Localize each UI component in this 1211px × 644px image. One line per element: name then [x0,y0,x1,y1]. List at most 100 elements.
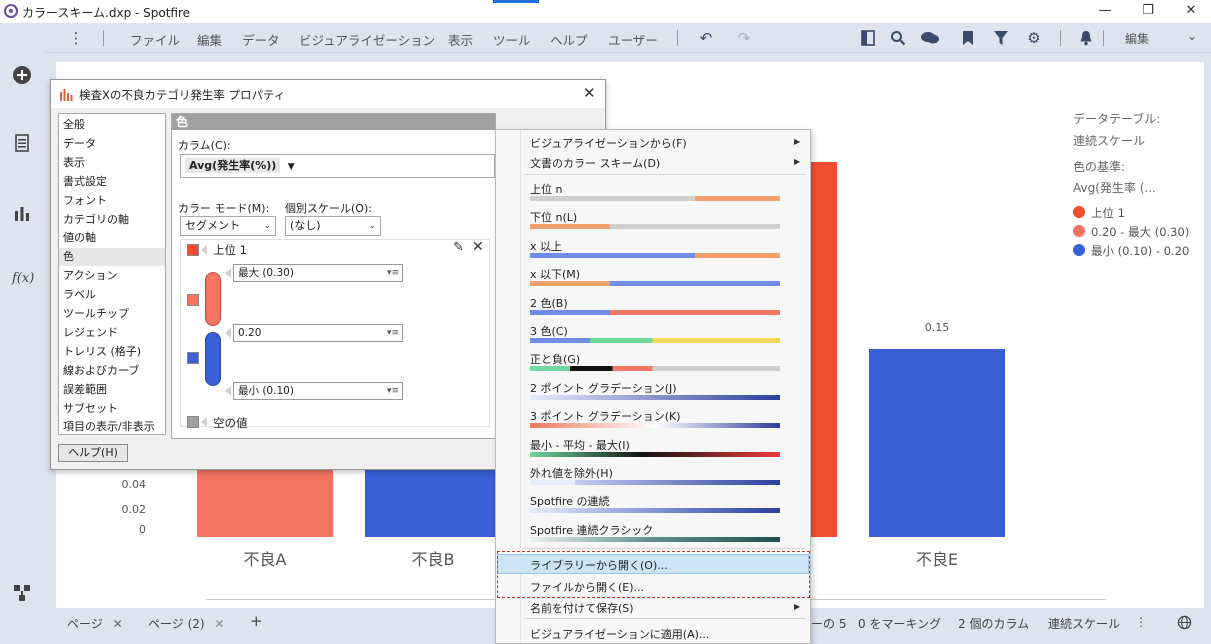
add-page-icon[interactable]: + [250,612,263,630]
menu-item-save-as[interactable]: 名前を付けて保存(S) [530,600,634,616]
individual-scale-select[interactable]: (なし) ⌄ [285,216,381,236]
bell-icon[interactable] [1075,27,1097,49]
menu-item-scheme[interactable]: 外れ値を除外(H) [530,465,613,481]
menu-separator [1060,30,1061,46]
section-title: 色 [172,114,495,130]
nav-item[interactable]: トレリス (格子) [63,343,163,361]
color-range-lower[interactable] [205,332,221,386]
hierarchy-icon[interactable] [12,583,32,603]
edit-icon[interactable]: ✎ [453,240,464,255]
bookmark-icon[interactable] [957,27,979,49]
menu-help[interactable]: ヘルプ [550,30,588,49]
menu-item-scheme[interactable]: x 以上 [530,238,562,254]
menu-item-scheme[interactable]: 3 色(C) [530,323,568,339]
nav-item[interactable]: サブセット [63,400,163,418]
legend-table-label: データテーブル: [1073,112,1161,126]
mid-value-input[interactable]: 0.20 ▾≡ [233,324,403,342]
close-icon[interactable]: ✕ [113,617,123,631]
menu-edit[interactable]: 編集 [197,30,222,49]
legend-dot-top [1073,206,1085,218]
column-selector[interactable]: Avg(発生率(%)) ▼ [180,154,495,178]
nav-item[interactable]: データ [63,135,163,153]
spotfire-logo-icon [4,4,18,18]
min-value-input[interactable]: 最小 (0.10) ▾≡ [233,382,403,400]
highlight-annotation [497,551,810,598]
nav-item[interactable]: アクション [63,267,163,285]
gear-icon[interactable]: ⚙ [1023,27,1045,49]
legend-item[interactable]: 0.20 - 最大 (0.30) [1091,224,1189,240]
close-icon[interactable]: ✕ [214,617,224,631]
menu-data[interactable]: データ [242,30,280,49]
nav-item[interactable]: 誤差範囲 [63,381,163,399]
more-vertical-icon[interactable]: ⋮ [1135,615,1147,629]
page-tab[interactable]: ページ (2) ✕ [148,615,224,632]
close-button[interactable]: ✕ [1171,1,1211,21]
menu-item-scheme[interactable]: Spotfire 連続クラシック [530,522,653,538]
nav-item[interactable]: ツールチップ [63,305,163,323]
nav-item[interactable]: 表示 [63,154,163,172]
color-swatch-empty[interactable] [187,416,199,428]
menu-item-scheme[interactable]: 3 ポイント グラデーション(K) [530,408,681,424]
legend-item[interactable]: 最小 (0.10) - 0.20 [1091,243,1189,259]
status-marked: 0 をマーキング [858,617,942,631]
panel-toggle-icon[interactable] [857,27,879,49]
color-swatch-upper[interactable] [187,294,199,306]
color-range-upper[interactable] [205,272,221,326]
status-table[interactable]: 連続スケール [1048,615,1120,632]
color-swatch-top[interactable] [187,244,199,256]
menu-tools[interactable]: ツール [493,30,531,49]
mid-value-text: 0.20 [238,327,262,339]
menu-item-scheme[interactable]: 下位 n(L) [530,209,577,225]
menu-item-scheme[interactable]: 2 ポイント グラデーション(J) [530,380,677,396]
menu-item-scheme[interactable]: Spotfire の連続 [530,493,609,509]
color-mode-select[interactable]: セグメント ⌄ [180,216,276,236]
nav-item[interactable]: 色 [59,248,165,267]
menu-item-scheme[interactable]: 上位 n [530,181,562,197]
menu-visualization[interactable]: ビジュアライゼーション [299,30,435,49]
undo-icon[interactable]: ↶ [695,27,717,49]
comments-icon[interactable] [919,27,941,49]
nav-item[interactable]: カテゴリの軸 [63,211,163,229]
menu-view[interactable]: 表示 [448,30,473,49]
menu-user[interactable]: ユーザー [608,30,658,49]
add-icon[interactable] [12,65,32,85]
menu-separator [524,618,806,619]
nav-item[interactable]: ラベル [63,286,163,304]
globe-icon[interactable] [1177,615,1192,634]
bar-不良E[interactable] [869,349,1005,537]
menu-item-scheme[interactable]: 2 色(B) [530,295,568,311]
filter-icon[interactable] [990,27,1012,49]
mode-select[interactable]: 編集 ⌄ [1125,29,1197,47]
scheme-gradient-preview [530,480,780,485]
restore-button[interactable]: ❐ [1128,1,1168,21]
redo-icon[interactable]: ↷ [733,27,755,49]
menu-item-apply-to-visualization[interactable]: ビジュアライゼーションに適用(A)... [530,626,709,642]
menu-file[interactable]: ファイル [130,30,180,49]
delete-rule-icon[interactable]: ✕ [472,239,484,255]
data-panel-icon[interactable] [12,133,32,153]
close-icon[interactable]: ✕ [583,84,596,102]
max-value-input[interactable]: 最大 (0.30) ▾≡ [233,264,403,282]
nav-item[interactable]: 値の軸 [63,229,163,247]
page-tab[interactable]: ページ ✕ [67,615,123,632]
more-vertical-icon[interactable]: ⋮ [65,27,87,49]
page-tab-label: ページ (2) [148,617,205,631]
nav-item[interactable]: フォント [63,192,163,210]
color-swatch-lower[interactable] [187,352,199,364]
legend-item[interactable]: 上位 1 [1091,205,1125,221]
menu-item-scheme[interactable]: 正と負(G) [530,351,580,367]
visualization-icon[interactable] [12,203,32,223]
nav-item[interactable]: レジェンド [63,324,163,342]
nav-item[interactable]: 項目の表示/非表示 [63,418,163,434]
search-icon[interactable] [887,27,909,49]
menu-item-scheme[interactable]: 最小 - 平均 - 最大(I) [530,437,630,453]
nav-item[interactable]: 線およびカーブ [63,362,163,380]
nav-item[interactable]: 書式設定 [63,173,163,191]
nav-item[interactable]: 全般 [63,116,163,134]
menu-item-document-scheme[interactable]: 文書のカラー スキーム(D) [530,155,660,171]
function-icon[interactable]: f(x) [12,271,34,291]
help-button[interactable]: ヘルプ(H) [58,444,128,462]
menu-item-scheme[interactable]: x 以下(M) [530,266,580,282]
menu-item-from-visualization[interactable]: ビジュアライゼーションから(F) [530,135,687,151]
minimize-button[interactable]: — [1085,1,1125,21]
